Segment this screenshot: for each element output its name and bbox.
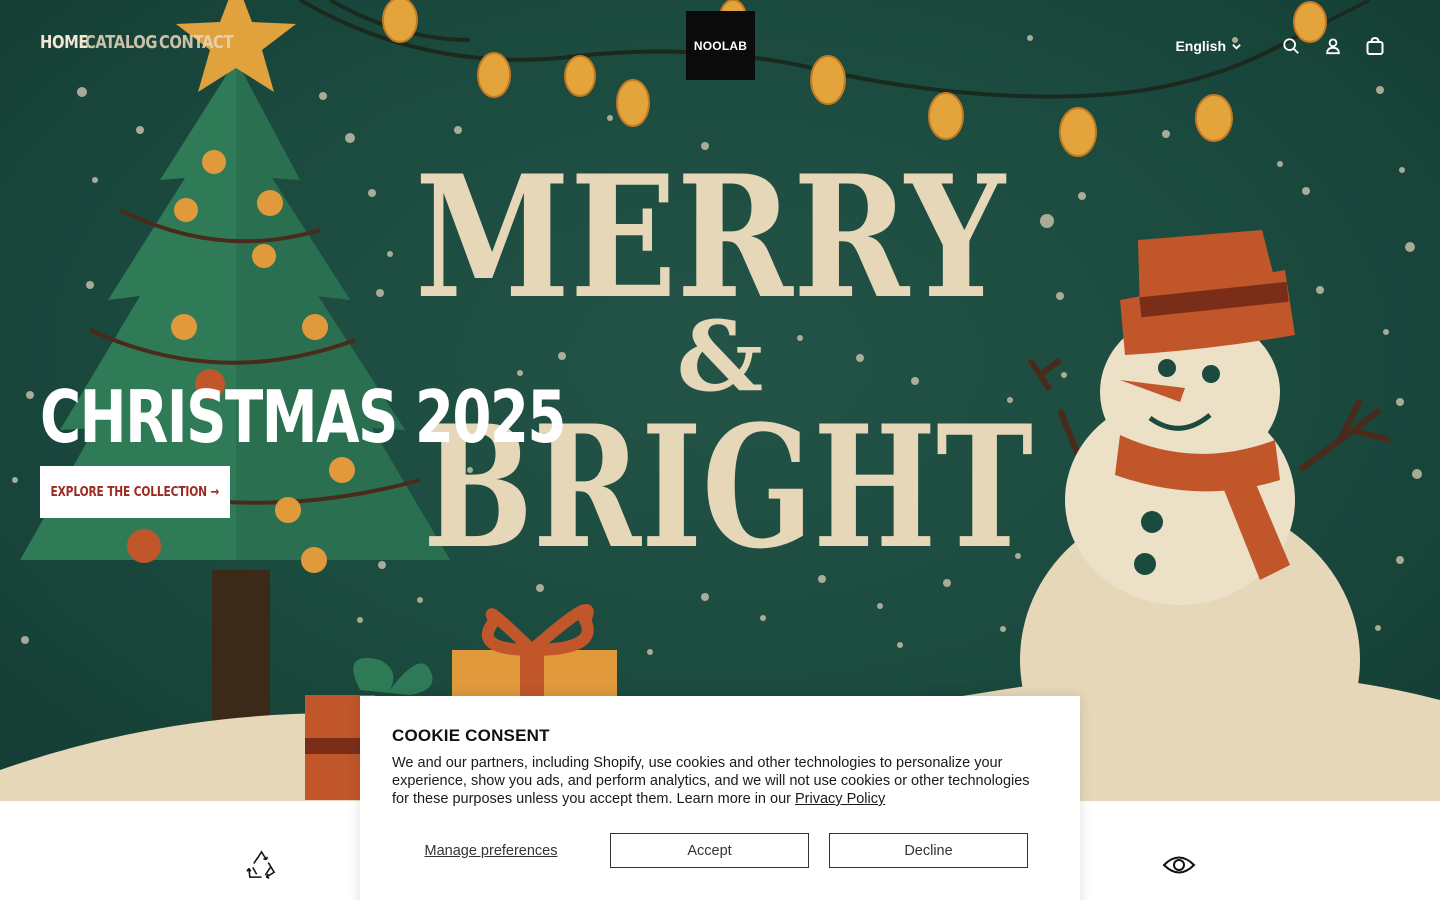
hero-title: CHRISTMAS 2025 <box>40 375 566 459</box>
cookie-body-text: We and our partners, including Shopify, … <box>392 755 1030 807</box>
manage-preferences-button[interactable]: Manage preferences <box>392 833 590 868</box>
logo-text: NOOLAB <box>693 38 748 53</box>
explore-collection-button[interactable]: EXPLORE THE COLLECTION → <box>40 466 230 518</box>
main-nav: HOME CATALOG CONTACT <box>40 32 235 53</box>
cookie-consent-banner: COOKIE CONSENT We and our partners, incl… <box>360 696 1080 900</box>
nav-catalog[interactable]: CATALOG <box>85 32 158 53</box>
hero-banner: MERRY & BRIGHT HOME CATALOG CONTACT NOOL… <box>0 0 1440 801</box>
site-logo[interactable]: NOOLAB <box>686 11 755 80</box>
cart-button[interactable] <box>1362 33 1388 59</box>
cta-label: EXPLORE THE COLLECTION → <box>50 484 220 500</box>
decline-button[interactable]: Decline <box>829 833 1028 868</box>
cookie-actions: Manage preferences Accept Decline <box>392 833 1048 868</box>
language-selector[interactable]: English <box>1175 38 1242 54</box>
accept-button[interactable]: Accept <box>610 833 809 868</box>
chevron-down-icon <box>1232 43 1241 50</box>
site-header: HOME CATALOG CONTACT NOOLAB English <box>0 0 1440 92</box>
nav-contact[interactable]: CONTACT <box>159 32 234 53</box>
search-button[interactable] <box>1278 33 1304 59</box>
cart-icon <box>1366 36 1384 55</box>
search-icon <box>1283 38 1299 54</box>
account-icon <box>1326 38 1340 55</box>
cookie-body: We and our partners, including Shopify, … <box>392 754 1048 808</box>
privacy-policy-link[interactable]: Privacy Policy <box>795 791 885 807</box>
recycle-icon <box>246 850 276 879</box>
nav-home[interactable]: HOME <box>40 32 88 53</box>
header-utilities: English <box>1175 33 1388 59</box>
cookie-title: COOKIE CONSENT <box>392 726 550 745</box>
eye-icon <box>1162 856 1196 874</box>
language-label: English <box>1175 38 1226 54</box>
account-button[interactable] <box>1320 33 1346 59</box>
